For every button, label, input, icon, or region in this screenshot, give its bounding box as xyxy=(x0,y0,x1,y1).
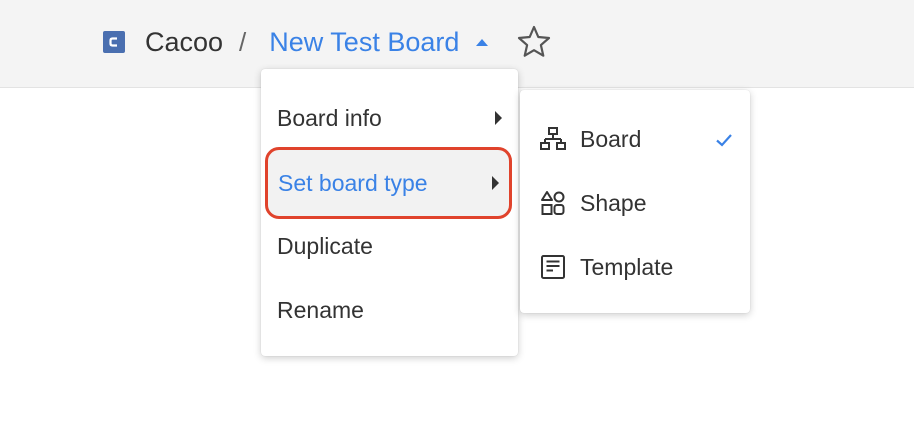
chevron-right-icon xyxy=(492,176,499,190)
breadcrumb: Cacoo / New Test Board xyxy=(103,20,553,64)
shapes-icon xyxy=(539,189,567,217)
star-icon[interactable] xyxy=(515,23,553,61)
submenu-item-template[interactable]: Template xyxy=(520,239,750,295)
sitemap-icon xyxy=(539,125,567,153)
breadcrumb-app-link[interactable]: Cacoo xyxy=(145,27,223,58)
board-menu: Board info Set board type Duplicate Rena… xyxy=(261,69,518,356)
submenu-item-label: Board xyxy=(580,125,642,152)
board-type-submenu: Board Shape Template xyxy=(520,90,750,313)
menu-item-label: Duplicate xyxy=(277,232,373,259)
menu-item-label: Rename xyxy=(277,296,364,323)
checkmark-icon xyxy=(714,129,734,149)
submenu-item-label: Template xyxy=(580,253,674,280)
menu-item-label: Board info xyxy=(277,104,382,131)
menu-item-label: Set board type xyxy=(278,169,428,196)
breadcrumb-separator: / xyxy=(239,26,247,57)
page: Cacoo / New Test Board Board info Set bo… xyxy=(0,0,914,436)
cacoo-logo-icon[interactable] xyxy=(103,31,125,53)
caret-up-icon[interactable] xyxy=(471,31,493,53)
menu-item-set-board-type[interactable]: Set board type xyxy=(265,147,512,219)
submenu-item-label: Shape xyxy=(580,189,647,216)
menu-item-rename[interactable]: Rename xyxy=(261,282,518,338)
submenu-item-shape[interactable]: Shape xyxy=(520,175,750,231)
submenu-item-board[interactable]: Board xyxy=(520,111,750,167)
chevron-right-icon xyxy=(495,111,502,125)
board-title-dropdown[interactable]: New Test Board xyxy=(269,27,459,58)
menu-item-duplicate[interactable]: Duplicate xyxy=(261,218,518,274)
template-icon xyxy=(539,253,567,281)
menu-item-board-info[interactable]: Board info xyxy=(261,90,518,146)
